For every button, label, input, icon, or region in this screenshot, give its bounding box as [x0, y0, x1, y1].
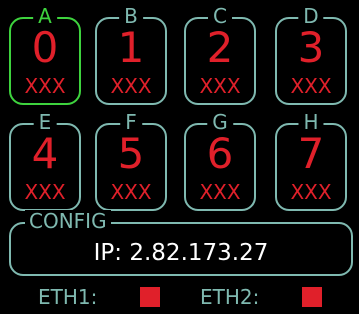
slot-b[interactable]: B 1 XXX	[95, 5, 167, 105]
slot-sub-label: XXX	[290, 74, 332, 98]
slot-g[interactable]: G 6 XXX	[184, 111, 256, 211]
slot-number: 1	[117, 23, 145, 72]
slot-sub-label: XXX	[24, 74, 66, 98]
slot-e[interactable]: E 4 XXX	[9, 111, 81, 211]
slot-sub-label: XXX	[24, 180, 66, 204]
slot-c[interactable]: C 2 XXX	[184, 5, 256, 105]
slot-number: 5	[117, 129, 145, 178]
slot-h[interactable]: H 7 XXX	[275, 111, 347, 211]
slot-sub-label: XXX	[199, 180, 241, 204]
slot-number: 0	[31, 23, 59, 72]
slot-number: 3	[297, 23, 325, 72]
eth2-status-indicator	[302, 287, 322, 307]
slot-sub-label: XXX	[199, 74, 241, 98]
slot-number: 4	[31, 129, 59, 178]
slot-a[interactable]: A 0 XXX	[9, 5, 81, 105]
slot-d[interactable]: D 3 XXX	[275, 5, 347, 105]
eth1-status-indicator	[140, 287, 160, 307]
config-panel[interactable]: CONFIG IP: 2.82.173.27	[9, 210, 353, 276]
ip-address: IP: 2.82.173.27	[93, 240, 269, 266]
slot-f[interactable]: F 5 XXX	[95, 111, 167, 211]
slot-number: 2	[206, 23, 234, 72]
config-title: CONFIG	[25, 210, 111, 232]
eth1-label: ETH1:	[38, 285, 98, 309]
slot-sub-label: XXX	[110, 74, 152, 98]
slot-number: 7	[297, 129, 325, 178]
slot-number: 6	[206, 129, 234, 178]
eth2-label: ETH2:	[200, 285, 260, 309]
slot-sub-label: XXX	[110, 180, 152, 204]
slot-sub-label: XXX	[290, 180, 332, 204]
